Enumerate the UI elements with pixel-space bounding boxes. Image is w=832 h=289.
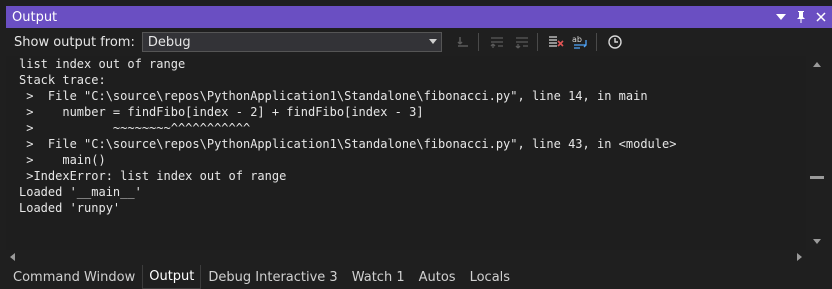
scrollbar-corner [808,250,826,264]
svg-text:ab: ab [572,35,582,44]
output-line: > File "C:\source\repos\PythonApplicatio… [19,137,677,151]
tab-label: Autos [418,269,456,285]
bottom-tab-strip: Command Window Output Debug Interactive … [6,265,832,289]
output-line: > number = findFibo[index - 2] + findFib… [19,105,424,119]
clock-icon[interactable] [604,31,626,53]
scroll-up-icon[interactable] [813,62,821,67]
output-source-value: Debug [147,34,191,50]
previous-message-icon[interactable] [486,31,508,53]
output-line: > ~~~~~~~~^^^^^^^^^^^ [19,121,251,135]
output-line: >IndexError: list index out of range [19,169,287,183]
next-message-icon[interactable] [511,31,533,53]
scroll-down-icon[interactable] [813,239,821,244]
output-line: Loaded '__main__' [19,185,142,199]
chevron-down-icon [428,39,437,44]
scroll-right-icon[interactable] [797,253,802,261]
tab-debug-interactive[interactable]: Debug Interactive 3 [201,265,344,289]
vertical-scrollbar[interactable] [808,56,826,250]
clear-all-icon[interactable] [545,31,567,53]
tab-label: Watch 1 [351,269,405,285]
pin-icon[interactable] [792,8,810,26]
window-position-dropdown-icon[interactable] [772,8,790,26]
toolbar-separator [595,33,597,51]
panel-title: Output [12,9,58,25]
tab-command-window[interactable]: Command Window [6,265,142,289]
output-line: list index out of range [19,57,186,71]
horizontal-scrollbar[interactable] [6,250,806,264]
find-message-icon[interactable] [452,31,474,53]
output-toolbar: Show output from: Debug ab [6,28,832,56]
output-line: > File "C:\source\repos\PythonApplicatio… [19,89,648,103]
tab-autos[interactable]: Autos [412,265,463,289]
output-source-select[interactable]: Debug [141,32,442,52]
output-line: Stack trace: [19,73,106,87]
title-bar: Output [6,6,832,28]
output-panel: Output Show output from: Debug ab list i… [0,0,832,289]
output-line: Loaded 'runpy' [19,201,121,215]
output-line: > main() [19,153,106,167]
tab-label: Command Window [13,269,136,285]
toolbar-separator [536,33,538,51]
tab-label: Output [149,269,195,284]
scroll-left-icon[interactable] [10,253,15,261]
tab-output[interactable]: Output [142,265,202,289]
toolbar-separator [477,33,479,51]
show-output-label: Show output from: [14,34,135,50]
close-icon[interactable] [812,8,830,26]
output-text-area[interactable]: list index out of range Stack trace: > F… [6,56,806,250]
word-wrap-icon[interactable]: ab [570,31,592,53]
tab-label: Locals [469,269,511,285]
tab-label: Debug Interactive 3 [208,269,338,285]
tab-locals[interactable]: Locals [463,265,517,289]
scroll-thumb[interactable] [810,176,824,179]
tab-watch-1[interactable]: Watch 1 [345,265,412,289]
